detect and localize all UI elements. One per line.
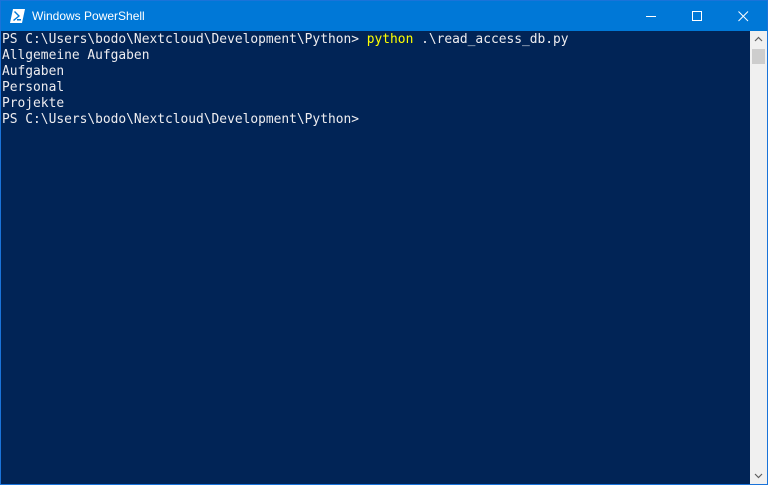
scroll-down-button[interactable] [750,467,767,484]
vertical-scrollbar[interactable] [750,31,767,484]
output-line: Projekte [2,96,65,111]
scroll-up-button[interactable] [750,31,767,48]
prompt-text: PS C:\Users\bodo\Nextcloud\Development\P… [2,32,359,47]
prompt-text: PS C:\Users\bodo\Nextcloud\Development\P… [2,112,359,127]
minimize-button[interactable] [629,1,675,31]
powershell-icon [10,9,25,23]
title-bar[interactable]: Windows PowerShell [1,1,767,31]
output-line: Personal [2,80,65,95]
scroll-thumb[interactable] [752,49,765,64]
close-button[interactable] [721,1,767,31]
maximize-button[interactable] [675,1,721,31]
console-output[interactable]: PS C:\Users\bodo\Nextcloud\Development\P… [1,31,750,484]
prompt-line: PS C:\Users\bodo\Nextcloud\Development\P… [2,112,750,128]
powershell-window: Windows PowerShell PS C:\Users\bodo\Next… [0,0,768,485]
command-argument: .\read_access_db.py [413,32,569,47]
window-title: Windows PowerShell [32,9,145,23]
output-line: Allgemeine Aufgaben [2,48,150,63]
command-line: PS C:\Users\bodo\Nextcloud\Development\P… [2,32,750,48]
close-icon [738,11,749,22]
maximize-icon [692,11,702,21]
command-name: python [366,32,414,47]
output-line: Aufgaben [2,64,65,79]
minimize-icon [646,16,656,17]
chevron-down-icon [754,473,763,479]
chevron-up-icon [754,36,763,42]
